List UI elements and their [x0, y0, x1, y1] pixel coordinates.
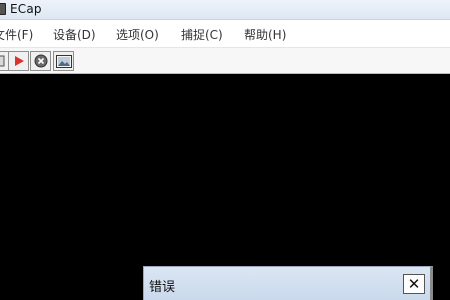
stop-icon	[34, 54, 47, 68]
capture-window-icon	[0, 55, 4, 67]
menu-options[interactable]: 选项(O)	[116, 26, 159, 43]
snapshot-button[interactable]	[53, 51, 74, 71]
menu-file[interactable]: 文件(F)	[0, 26, 33, 43]
snapshot-icon	[55, 54, 72, 68]
play-button[interactable]	[8, 51, 29, 71]
title-bar: ECap	[0, 0, 450, 20]
menu-help[interactable]: 帮助(H)	[244, 26, 286, 43]
app-icon	[0, 3, 6, 15]
menu-device[interactable]: 设备(D)	[53, 26, 96, 43]
menu-capture[interactable]: 捕捉(C)	[181, 26, 223, 43]
play-icon	[14, 56, 24, 66]
window-title: ECap	[10, 2, 42, 16]
dialog-title: 错误	[149, 280, 176, 295]
menu-bar: 文件(F) 设备(D) 选项(O) 捕捉(C) 帮助(H)	[0, 20, 450, 47]
dialog-close-button[interactable]: ✕	[403, 274, 425, 294]
stop-button[interactable]	[30, 51, 51, 71]
error-dialog: 错误 ✕	[143, 266, 433, 300]
toolbar	[0, 47, 450, 74]
close-icon: ✕	[407, 274, 421, 293]
